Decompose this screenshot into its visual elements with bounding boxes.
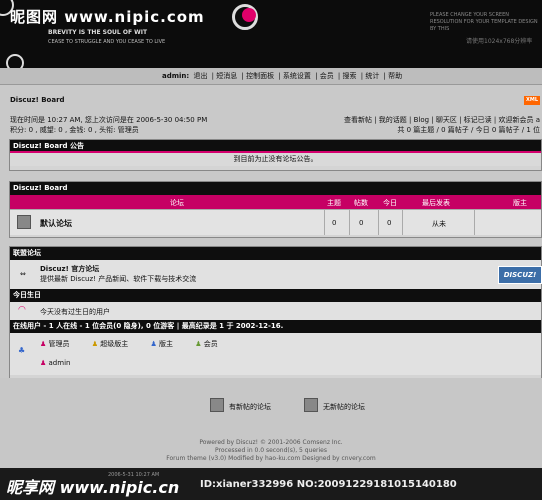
col-forum: 论坛 <box>170 199 184 207</box>
processed-info: Processed in 0.0 second(s), 5 queries <box>215 447 327 454</box>
online-panel: ♣ ♟ 管理员 ♟ 超级版主 ♟ 版主 ♟ 会员 ♟ admin <box>10 333 541 375</box>
theme-info[interactable]: Forum theme (v3.0) Modified by hao-ku.co… <box>0 455 542 463</box>
online-users-icon: ♣ <box>18 346 26 355</box>
header-tagline-2: CEASE TO STRUGGLE AND YOU CEASE TO LIVE <box>48 39 166 45</box>
header-tagline: BREVITY IS THE SOUL OF WIT <box>48 29 148 36</box>
legend-supermod: 超级版主 <box>100 340 129 348</box>
site-logo[interactable]: 昵图网 www.nipic.com <box>10 6 205 27</box>
page-header: 昵图网 www.nipic.com BREVITY IS THE SOUL OF… <box>0 0 542 68</box>
top-nav: admin: 退出 | 短消息 | 控制面板 | 系统设置 | 会员 | 搜索 … <box>0 68 542 85</box>
header-note-cn: 请使用1024x768分辨率 <box>466 38 533 45</box>
link-desc: 提供最新 Discuz! 产品新闻、软件下载与技术交流 <box>40 275 197 283</box>
nav-user[interactable]: admin: <box>162 72 189 80</box>
header-note: PLEASE CHANGE YOUR SCREEN RESOLUTION FOR… <box>430 12 538 32</box>
discuz-banner[interactable]: DISCUZ! <box>498 266 542 284</box>
online-legend: ♟ 管理员 ♟ 超级版主 ♟ 版主 ♟ 会员 <box>40 339 218 349</box>
nav-item-help[interactable]: 帮助 <box>388 72 402 80</box>
announcement-text: 到目前为止没有论坛公告。 <box>10 153 541 166</box>
xml-icon[interactable]: XML <box>524 96 540 105</box>
birthday-row: ◠ 今天没有过生日的用户 <box>10 302 541 320</box>
birthday-text: 今天没有过生日的用户 <box>40 308 110 316</box>
mod-icon: ♟ <box>150 340 157 348</box>
forum-lastpost: 从未 <box>432 220 446 228</box>
bottom-time: 2006-5-31 10:27 AM <box>108 472 160 478</box>
no-new-posts-icon <box>304 398 318 412</box>
nav-item-search[interactable]: 搜索 <box>343 72 357 80</box>
admin-icon: ♟ <box>40 359 47 367</box>
forum-name[interactable]: 默认论坛 <box>40 218 72 229</box>
watermark-bar: 昵享网 www.nipic.cn 2006-5-31 10:27 AM ID:x… <box>0 468 542 500</box>
online-user-name[interactable]: admin <box>49 359 71 367</box>
forum-table-header: 论坛 主题 帖数 今日 最后发表 版主 <box>10 195 541 209</box>
new-posts-label: 有新帖的论坛 <box>229 403 271 411</box>
nav-item-members[interactable]: 会员 <box>320 72 334 80</box>
forum-list: Discuz! Board 论坛 主题 帖数 今日 最后发表 版主 默认论坛 0… <box>9 181 542 238</box>
nav-item-settings[interactable]: 系统设置 <box>283 72 311 80</box>
nav-item-stats[interactable]: 统计 <box>365 72 379 80</box>
col-topics: 主题 <box>327 199 341 207</box>
quick-links-line[interactable]: 查看新帖 | 我的话题 | Blog | 聊天区 | 标记已读 | 欢迎新会员 … <box>344 115 540 125</box>
col-posts: 帖数 <box>354 199 368 207</box>
online-title: 在线用户 - 1 人在线 - 1 位会员(0 隐身), 0 位游客 | 最高纪录… <box>10 320 541 333</box>
links-title: 联盟论坛 <box>10 247 541 260</box>
announcement-box: Discuz! Board 公告 到目前为止没有论坛公告。 <box>9 139 542 171</box>
quick-links: 查看新帖 | 我的话题 | Blog | 聊天区 | 标记已读 | 欢迎新会员 … <box>344 115 540 135</box>
col-lastpost: 最后发表 <box>422 199 450 207</box>
powered-by[interactable]: Powered by Discuz! © 2001-2006 Comsenz I… <box>0 439 542 447</box>
member-icon: ♟ <box>195 340 202 348</box>
legend-member: 会员 <box>203 340 218 348</box>
admin-icon: ♟ <box>40 340 47 348</box>
col-moderator: 版主 <box>513 199 527 207</box>
forum-topics: 0 <box>332 219 337 227</box>
page-footer: 有新帖的论坛 无新帖的论坛 Powered by Discuz! © 2001-… <box>0 378 542 468</box>
board-title[interactable]: Discuz! Board <box>10 96 65 104</box>
link-name[interactable]: Discuz! 官方论坛 <box>40 264 99 274</box>
watermark-id: ID:xianer332996 NO:20091229181015140180 <box>200 479 457 490</box>
no-new-posts-label: 无新帖的论坛 <box>323 403 365 411</box>
user-info: 现在时间是 10:27 AM, 您上次访问是在 2006-5-30 04:50 … <box>10 115 207 135</box>
nav-item-messages[interactable]: 短消息 <box>216 72 237 80</box>
new-posts-icon <box>210 398 224 412</box>
decor-circle-icon <box>6 54 24 68</box>
nav-item-logout[interactable]: 退出 <box>193 72 207 80</box>
nav-item-control-panel[interactable]: 控制面板 <box>246 72 274 80</box>
supermod-icon: ♟ <box>91 340 99 348</box>
board-stats: 共 0 篇主题 / 0 篇帖子 / 今日 0 篇帖子 / 1 位 <box>397 126 540 134</box>
col-today: 今日 <box>383 199 397 207</box>
forum-status-icon <box>17 215 31 229</box>
forum-posts: 0 <box>359 219 364 227</box>
forum-category-title[interactable]: Discuz! Board <box>10 182 541 195</box>
pink-dot-icon <box>242 8 256 22</box>
rainbow-icon: ◠ <box>18 305 26 315</box>
forum-today: 0 <box>387 219 392 227</box>
credit-info: 积分: 0 , 威望: 0 , 金钱: 0 , 头衔: 管理员 <box>10 126 139 134</box>
info-panels: 联盟论坛 ⇔ Discuz! 官方论坛 提供最新 Discuz! 产品新闻、软件… <box>9 246 542 382</box>
forum-row: 默认论坛 0 0 0 从未 <box>10 209 541 235</box>
legend-mod: 版主 <box>159 340 174 348</box>
time-info: 现在时间是 10:27 AM, 您上次访问是在 2006-5-30 04:50 … <box>10 116 208 124</box>
announcement-title: Discuz! Board 公告 <box>10 140 541 153</box>
legend-admin: 管理员 <box>48 340 70 348</box>
link-icon: ⇔ <box>20 270 26 278</box>
online-user: ♟ admin <box>40 359 70 367</box>
link-row: ⇔ Discuz! 官方论坛 提供最新 Discuz! 产品新闻、软件下载与技术… <box>10 260 542 289</box>
birthday-title: 今日生日 <box>10 289 541 302</box>
